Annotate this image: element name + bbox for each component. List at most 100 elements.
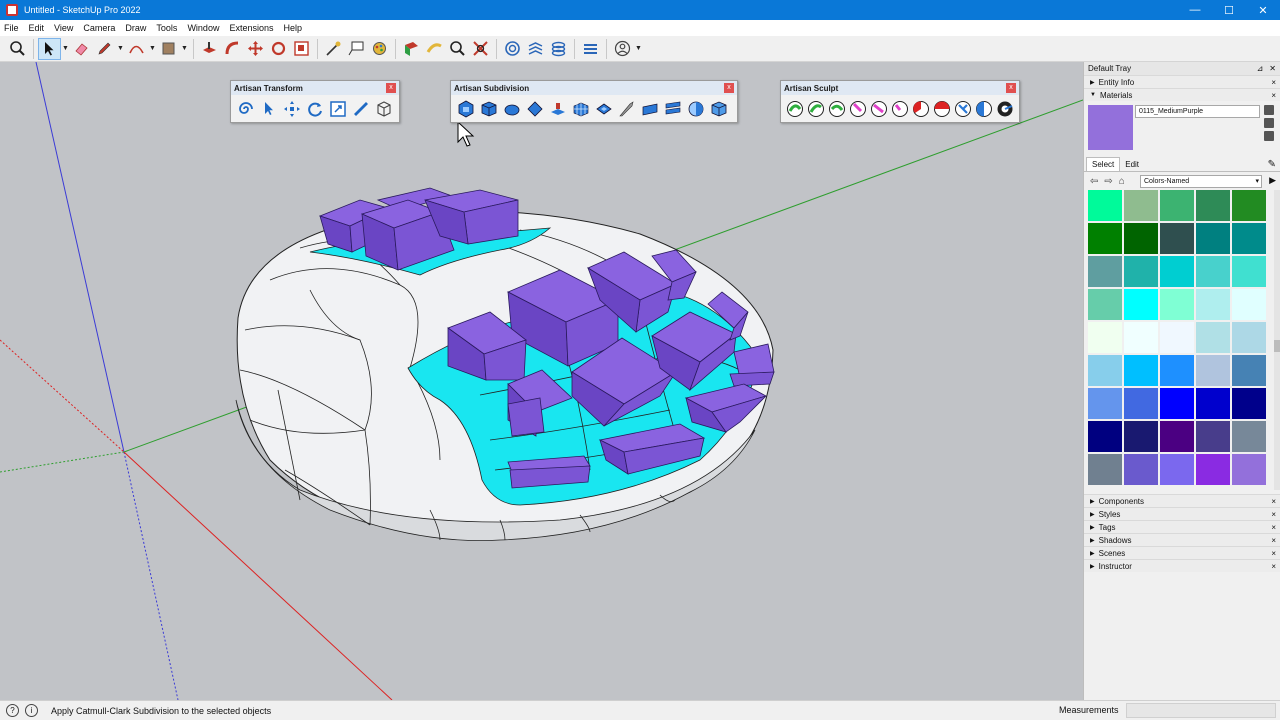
swatch-scrollbar[interactable] [1274,190,1280,490]
material-swatch[interactable] [1124,355,1158,386]
arc-dropdown-icon[interactable]: ▼ [148,38,157,60]
close-icon[interactable]: x [724,83,734,93]
model-viewport[interactable]: Artisan Transform x Artisan Subdivision x [0,62,1083,700]
menu-camera[interactable]: Camera [83,23,115,33]
maximize-button[interactable]: ☐ [1212,0,1246,20]
zoom-icon[interactable] [446,38,469,60]
menu-help[interactable]: Help [283,23,302,33]
material-swatch[interactable] [1196,454,1230,485]
create-material-icon[interactable] [1264,105,1274,115]
rotate-icon[interactable] [267,38,290,60]
extension-warehouse-icon[interactable] [524,38,547,60]
close-icon[interactable]: x [386,83,396,93]
material-swatch[interactable] [1088,322,1122,353]
paint-icon[interactable] [368,38,391,60]
rotate-transform-icon[interactable] [303,98,326,120]
material-swatch[interactable] [1124,388,1158,419]
smooth-blob-icon[interactable] [500,98,523,120]
material-swatch[interactable] [1232,322,1266,353]
material-swatch[interactable] [1196,223,1230,254]
material-swatch[interactable] [1160,355,1194,386]
menu-tools[interactable]: Tools [156,23,177,33]
close-icon[interactable]: x [1006,83,1016,93]
move-transform-icon[interactable] [280,98,303,120]
close-icon[interactable]: × [1271,562,1276,571]
close-icon[interactable]: ✕ [1269,64,1276,73]
select-dropdown-icon[interactable]: ▼ [61,38,70,60]
sculpt-brush-11-icon[interactable] [995,98,1016,120]
material-swatch[interactable] [1232,190,1266,221]
menu-file[interactable]: File [4,23,19,33]
stacked-faces-icon[interactable] [661,98,684,120]
menu-view[interactable]: View [54,23,73,33]
tab-select[interactable]: Select [1086,157,1121,171]
extrude-faces-icon[interactable] [546,98,569,120]
current-material-swatch[interactable] [1088,105,1133,150]
crease-icon[interactable] [523,98,546,120]
pin-icon[interactable]: ⊿ [1257,64,1264,73]
geo-location-icon[interactable]: ? [6,704,19,717]
sculpt-brush-10-icon[interactable] [974,98,995,120]
material-swatch[interactable] [1196,256,1230,287]
scroll-thumb[interactable] [1274,340,1280,352]
material-swatch[interactable] [1232,289,1266,320]
pencil-icon[interactable] [93,38,116,60]
eyedropper-icon[interactable]: ✎ [1268,159,1276,170]
material-swatch[interactable] [1088,388,1122,419]
search-icon[interactable] [6,38,29,60]
account-dropdown-icon[interactable]: ▼ [634,38,643,60]
draw-dropdown-icon[interactable]: ▼ [116,38,125,60]
material-swatch[interactable] [1160,190,1194,221]
details-arrow-icon[interactable]: ▶ [1269,175,1276,186]
measurements-input[interactable] [1126,703,1276,718]
material-swatch[interactable] [1232,454,1266,485]
material-swatch[interactable] [1124,322,1158,353]
push-pull-icon[interactable] [198,38,221,60]
warehouse-icon[interactable] [501,38,524,60]
close-icon[interactable]: × [1271,536,1276,545]
sculpt-brush-5-icon[interactable] [868,98,889,120]
panel-scenes[interactable]: ▶ Scenes × [1084,546,1280,559]
forward-arrow-icon[interactable]: ⇨ [1104,176,1112,187]
material-swatch[interactable] [1160,256,1194,287]
material-swatch[interactable] [1088,223,1122,254]
scale-transform-icon[interactable] [326,98,349,120]
material-swatch[interactable] [1124,421,1158,452]
close-icon[interactable]: × [1271,497,1276,506]
panel-entity-info[interactable]: ▶ Entity Info × [1084,75,1280,88]
layout-icon[interactable] [547,38,570,60]
material-swatch[interactable] [1088,289,1122,320]
display-secondary-icon[interactable] [1264,118,1274,128]
material-swatch[interactable] [1160,454,1194,485]
menu-window[interactable]: Window [187,23,219,33]
back-arrow-icon[interactable]: ⇦ [1090,176,1098,187]
panel-styles[interactable]: ▶ Styles × [1084,507,1280,520]
panel-shadows[interactable]: ▶ Shadows × [1084,533,1280,546]
material-swatch[interactable] [1232,388,1266,419]
collection-select[interactable]: Colors-Named ▾ [1140,175,1262,188]
material-swatch[interactable] [1196,322,1230,353]
arc-icon[interactable] [125,38,148,60]
sculpt-brush-4-icon[interactable] [847,98,868,120]
mesh-transform-icon[interactable] [372,98,395,120]
material-swatch[interactable] [1124,289,1158,320]
ruler-transform-icon[interactable] [349,98,372,120]
knife-subdivide-icon[interactable] [569,98,592,120]
panel-instructor[interactable]: ▶ Instructor × [1084,559,1280,572]
material-swatch[interactable] [1124,223,1158,254]
material-swatch[interactable] [1160,322,1194,353]
close-icon[interactable]: × [1271,549,1276,558]
material-swatch[interactable] [1088,256,1122,287]
follow-me-icon[interactable] [221,38,244,60]
material-swatch[interactable] [1088,190,1122,221]
menu-edit[interactable]: Edit [29,23,45,33]
sculpt-brush-6-icon[interactable] [889,98,910,120]
account-icon[interactable] [611,38,634,60]
shapes-dropdown-icon[interactable]: ▼ [180,38,189,60]
paint-bucket-icon[interactable] [157,38,180,60]
panel-tags[interactable]: ▶ Tags × [1084,520,1280,533]
sculpt-brush-8-icon[interactable] [932,98,953,120]
material-swatch[interactable] [1160,289,1194,320]
tab-edit[interactable]: Edit [1120,158,1144,171]
material-swatch[interactable] [1232,421,1266,452]
